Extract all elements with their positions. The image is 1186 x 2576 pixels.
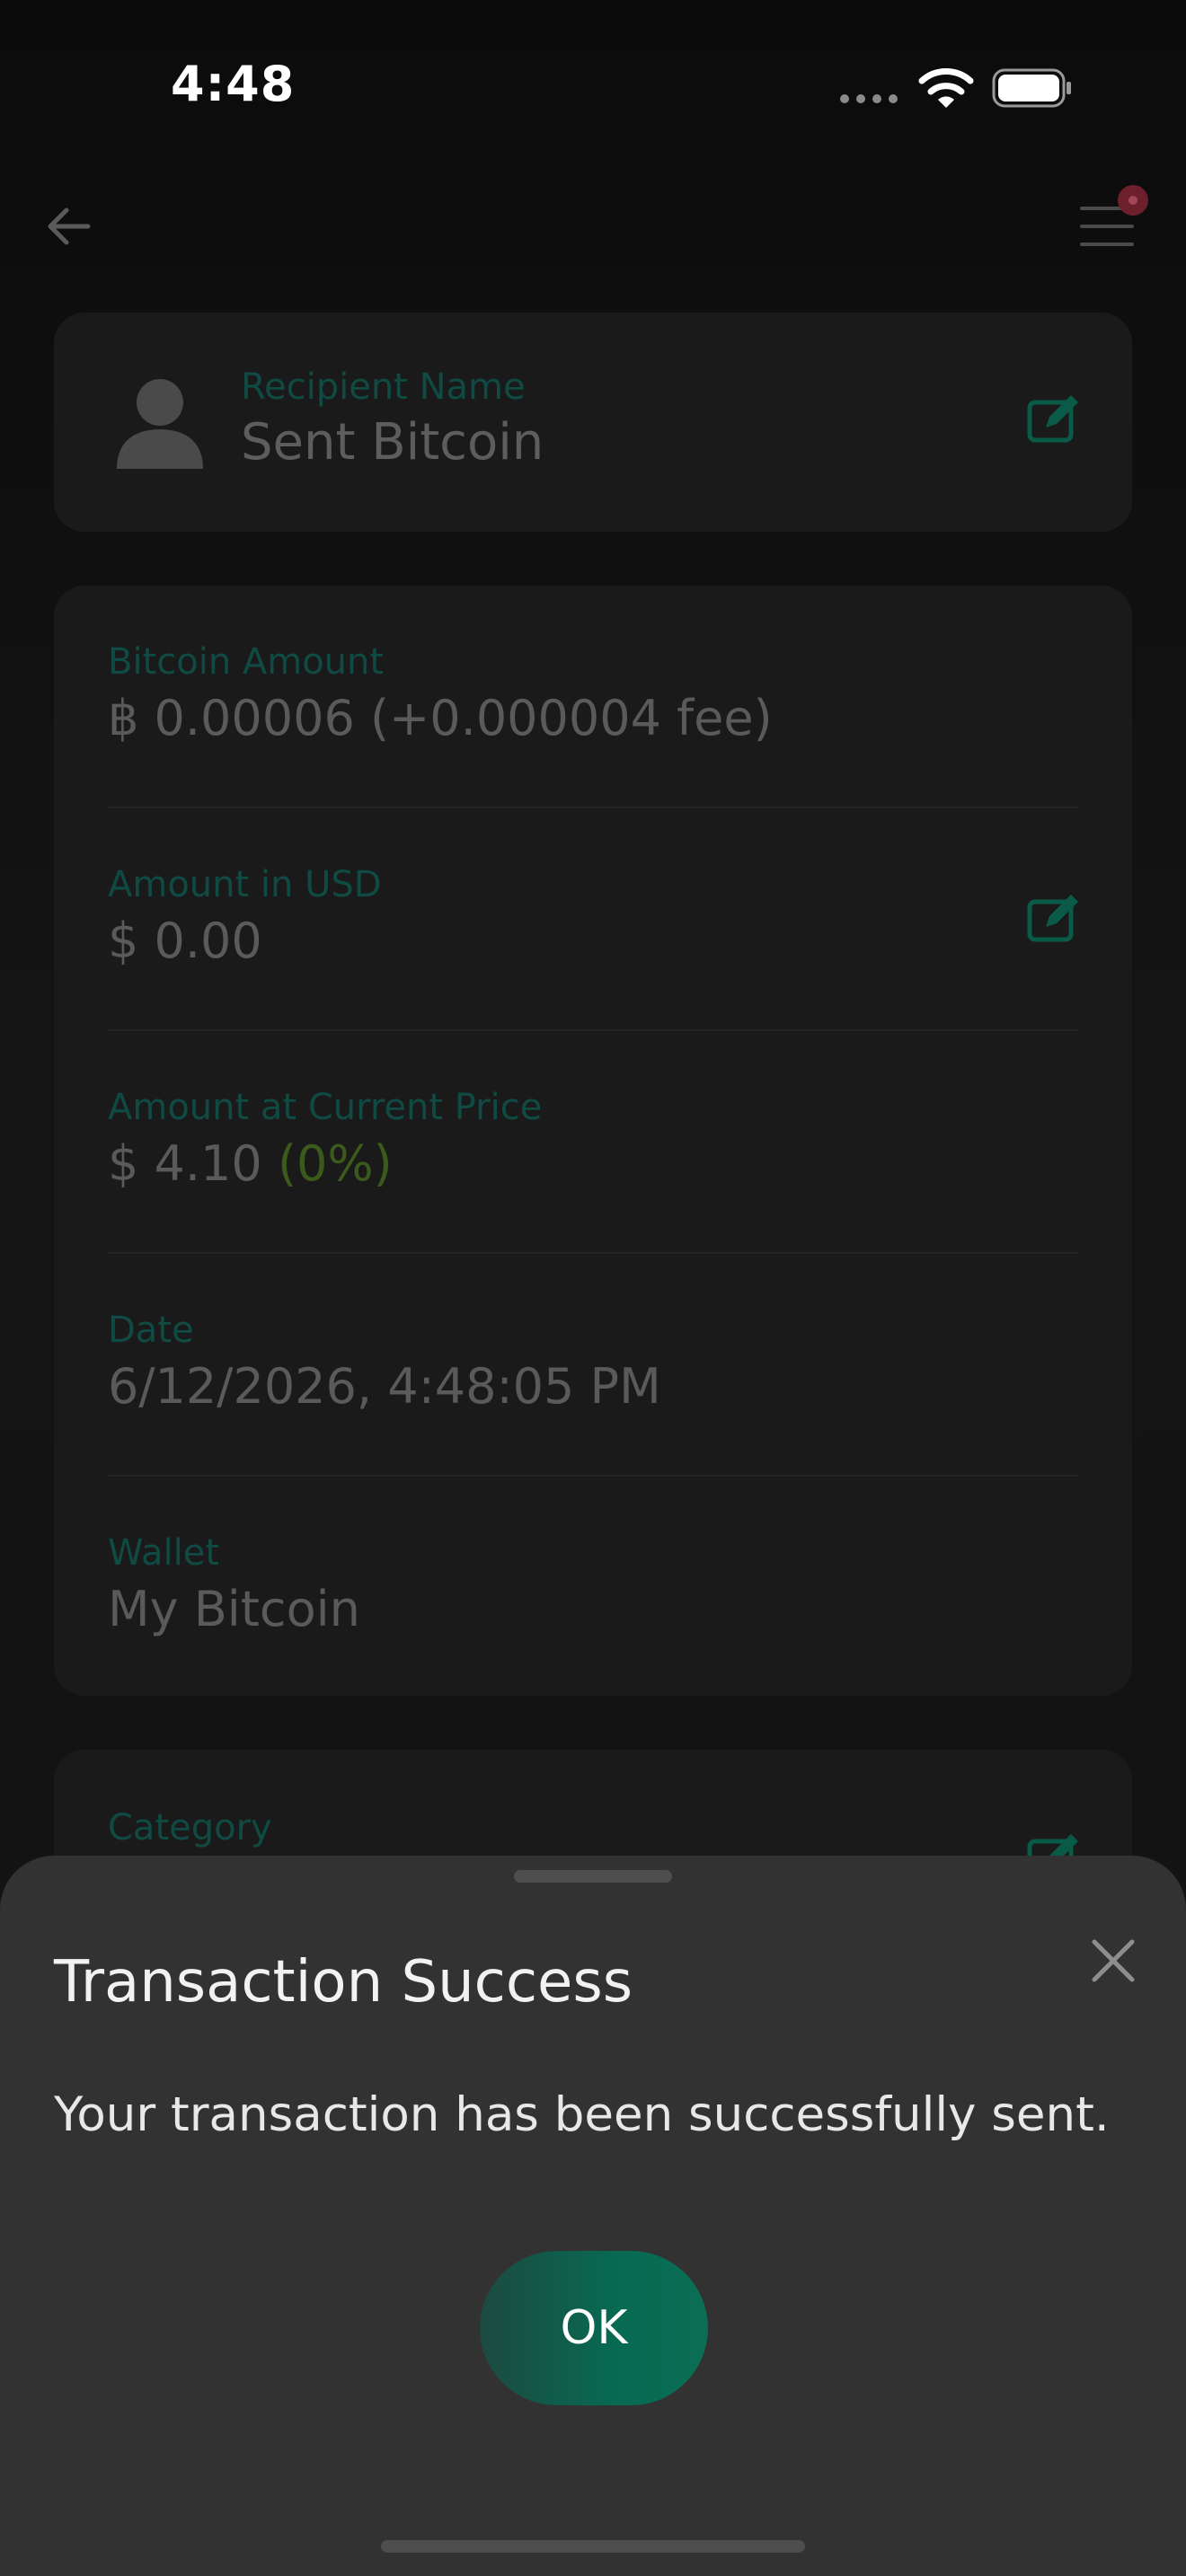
amount-usd-value: $ 0.00 [108, 913, 262, 969]
date-value: 6/12/2026, 4:48:05 PM [108, 1358, 661, 1415]
details-card: Bitcoin Amount ฿ 0.00006 (+0.000004 fee)… [54, 586, 1132, 1696]
status-time: 4:48 [171, 56, 296, 112]
amount-current-label: Amount at Current Price [108, 1087, 543, 1128]
sheet-title: Transaction Success [54, 1949, 633, 2016]
sheet-grabber[interactable] [514, 1870, 672, 1883]
screen: 4:48 Recipient Name Sent Bitcoin Bitcoin… [0, 0, 1186, 2576]
amount-usd-row[interactable]: Amount in USD $ 0.00 [108, 808, 1078, 1029]
amount-usd-label: Amount in USD [108, 864, 382, 905]
notification-badge [1118, 185, 1148, 216]
wallet-label: Wallet [108, 1532, 220, 1574]
amount-current-value-wrap: $ 4.10 (0%) [108, 1135, 393, 1192]
person-icon [117, 379, 203, 469]
recipient-label: Recipient Name [241, 366, 526, 408]
date-row: Date 6/12/2026, 4:48:05 PM [108, 1254, 1078, 1475]
bitcoin-amount-row: Bitcoin Amount ฿ 0.00006 (+0.000004 fee) [108, 586, 1078, 807]
battery-icon [992, 68, 1071, 108]
signal-dots-icon [840, 94, 898, 103]
wallet-row: Wallet My Bitcoin [108, 1477, 1078, 1698]
amount-current-value: $ 4.10 [108, 1135, 262, 1192]
bitcoin-amount-label: Bitcoin Amount [108, 641, 385, 683]
edit-icon[interactable] [1026, 393, 1082, 444]
sheet-message: Your transaction has been successfully s… [54, 2087, 1110, 2142]
amount-current-percent: (0%) [277, 1135, 393, 1192]
status-bar: 4:48 [0, 0, 1186, 171]
bitcoin-amount-value: ฿ 0.00006 (+0.000004 fee) [108, 690, 773, 746]
date-label: Date [108, 1310, 194, 1351]
ok-button[interactable]: OK [480, 2251, 708, 2405]
amount-current-row: Amount at Current Price $ 4.10 (0%) [108, 1031, 1078, 1252]
recipient-card[interactable]: Recipient Name Sent Bitcoin [54, 313, 1132, 532]
arrow-left-icon[interactable] [41, 199, 95, 253]
wifi-icon [918, 68, 974, 108]
category-label: Category [108, 1807, 272, 1848]
wallet-value: My Bitcoin [108, 1581, 360, 1637]
home-indicator [381, 2540, 805, 2553]
recipient-value: Sent Bitcoin [241, 413, 544, 472]
close-icon[interactable] [1087, 1935, 1139, 1987]
edit-icon[interactable] [1026, 893, 1082, 943]
transaction-success-sheet: Transaction Success Your transaction has… [0, 1856, 1186, 2576]
